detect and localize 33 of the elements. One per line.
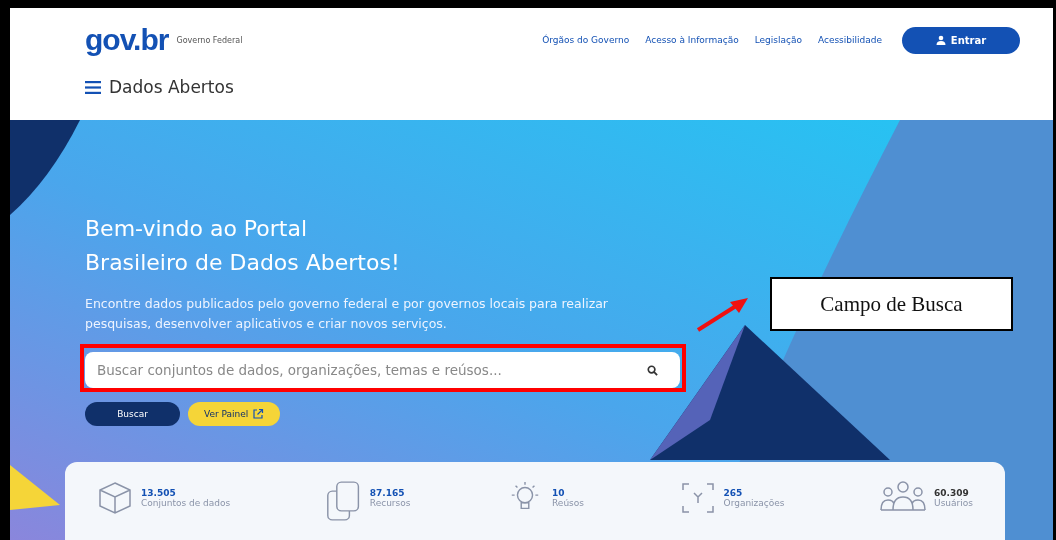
stat-label: Conjuntos de dados <box>141 498 231 508</box>
nav-link[interactable]: Acessibilidade <box>817 35 882 45</box>
nav-link[interactable]: Legislação <box>754 35 802 45</box>
login-button[interactable]: Entrar <box>902 26 1020 54</box>
site-title: Dados Abertos <box>109 77 234 97</box>
stat-label: Reúsos <box>552 498 584 508</box>
logo-subtitle: Governo Federal <box>176 35 243 45</box>
search-icon[interactable] <box>647 365 658 376</box>
annotation-arrow <box>696 296 750 332</box>
nav-link[interactable]: Acesso à Informação <box>645 35 739 45</box>
cube-icon <box>97 480 133 516</box>
stat-label: Organizações <box>723 498 785 508</box>
logo-wordmark[interactable]: gov.br <box>85 23 169 57</box>
hero-title: Bem-vindo ao Portal Brasileiro de Dados Abertos! <box>85 215 401 277</box>
hero-description: Encontre dados publicados pelo governo federal e por governos locais para realizar pesquisas, desenvolver aplicativos e criar novos serviços. <box>85 295 609 333</box>
stat-value: 60.309 <box>934 488 970 498</box>
stat-value: 87.165 <box>369 488 406 498</box>
search-field[interactable]: Buscar conjuntos de dados, organizações, temas e reúsos... <box>85 352 680 388</box>
scan-frame-icon <box>679 480 716 516</box>
nav-link[interactable]: Órgãos do Governo <box>542 35 630 45</box>
external-link-icon <box>252 408 265 420</box>
stat-value: 10 <box>552 488 566 498</box>
stat-label: Recursos <box>369 498 411 508</box>
panel-button[interactable]: Ver Painel <box>188 402 281 426</box>
stat-label: Usuários <box>934 498 973 508</box>
stat-value: 13.505 <box>141 488 177 498</box>
copies-icon <box>325 480 362 522</box>
menu-icon[interactable] <box>85 80 101 94</box>
user-icon <box>935 35 946 45</box>
search-button[interactable]: Buscar <box>85 402 180 426</box>
annotation-label: Campo de Busca <box>770 277 1013 331</box>
people-icon <box>880 480 927 512</box>
stat-value: 265 <box>723 488 744 498</box>
